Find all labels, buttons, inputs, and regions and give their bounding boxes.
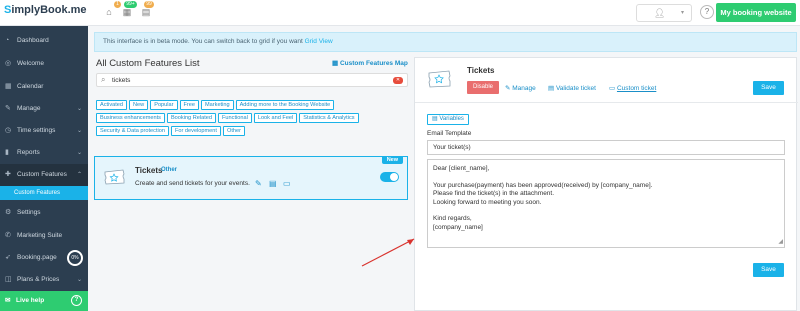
home-icon[interactable]: ⌂: [104, 7, 114, 17]
chat-icon: ✉: [5, 297, 11, 304]
clear-search-icon[interactable]: ✕: [393, 77, 403, 84]
tag-booking-related[interactable]: Booking Related: [166, 113, 217, 123]
clipboard-icon: ▤: [548, 85, 556, 92]
sidebar-item-settings[interactable]: ⚙ Settings: [0, 202, 88, 224]
custom-features-map-link[interactable]: ▦ Custom Features Map: [332, 59, 408, 67]
email-template-label: Email Template: [427, 130, 472, 137]
question-icon[interactable]: ?: [71, 295, 82, 306]
search-input[interactable]: ⌕ tickets ✕: [96, 73, 408, 87]
notification-badge: 1: [114, 1, 121, 8]
bar-chart-icon: ▮: [5, 149, 9, 156]
ticket-icon: [428, 70, 451, 88]
tasks-badge: 99: [144, 1, 154, 8]
sidebar-item-welcome[interactable]: ◎ Welcome: [0, 53, 88, 75]
map-icon: ▦: [332, 60, 340, 67]
search-icon: ⌕: [101, 75, 106, 84]
save-button-top[interactable]: Save: [753, 81, 784, 95]
toggle-knob: [390, 173, 398, 181]
tag-adding-more[interactable]: Adding more to the Booking Website: [235, 100, 335, 110]
user-icon: 👤︎: [654, 8, 666, 18]
tag-for-development[interactable]: For development: [170, 126, 221, 136]
simplybook-logo[interactable]: SimplyBook.me: [4, 4, 87, 16]
rocket-icon: ➶: [5, 254, 11, 261]
chevron-up-icon: ⌃: [76, 172, 82, 178]
beta-notice: This interface is in beta mode. You can …: [94, 32, 797, 52]
resize-handle-icon[interactable]: ◢: [778, 238, 783, 246]
feature-name: Tickets: [135, 166, 163, 175]
calendar-badge: 99+: [124, 1, 137, 8]
manage-link[interactable]: ✎ Manage: [505, 84, 536, 92]
new-badge: New: [381, 156, 403, 164]
sidebar-item-reports[interactable]: ▮ Reports ⌄: [0, 142, 88, 164]
feature-card-tickets[interactable]: New Tickets Other Create and send ticket…: [94, 156, 408, 200]
welcome-icon: ◎: [5, 60, 12, 67]
sidebar-item-marketing-suite[interactable]: ✆ Marketing Suite: [0, 225, 88, 247]
sidebar-item-custom-features[interactable]: ✚ Custom Features ⌃: [0, 164, 88, 186]
chevron-down-icon: ⌄: [76, 128, 82, 134]
tag-marketing[interactable]: Marketing: [201, 100, 234, 110]
sidebar-item-time-settings[interactable]: ◷ Time settings ⌄: [0, 120, 88, 142]
sidebar-item-booking-page[interactable]: ➶ Booking.page 0%: [0, 247, 88, 269]
help-icon[interactable]: ?: [700, 5, 714, 19]
tag-security[interactable]: Security & Data protection: [96, 126, 169, 136]
live-help-button[interactable]: ✉ Live help ?: [0, 291, 88, 311]
tag-look-and-feel[interactable]: Look and Feel: [253, 113, 298, 123]
gear-icon: ⚙: [5, 209, 12, 216]
clipboard-icon[interactable]: ▤: [269, 179, 277, 188]
feature-category: Other: [161, 167, 178, 173]
edit-icon[interactable]: ✎: [255, 179, 262, 188]
ticket-small-icon[interactable]: ▭: [283, 179, 291, 188]
validate-ticket-link[interactable]: ▤ Validate ticket: [548, 84, 596, 92]
tag-other[interactable]: Other: [222, 126, 245, 136]
disable-button[interactable]: Disable: [467, 81, 499, 94]
tag-functional[interactable]: Functional: [218, 113, 252, 123]
sidebar-subitem-custom-features[interactable]: Custom Features: [0, 186, 88, 200]
save-button-bottom[interactable]: Save: [753, 263, 784, 277]
custom-ticket-link[interactable]: ▭ Custom ticket: [609, 84, 656, 92]
tag-statistics[interactable]: Statistics & Analytics: [299, 113, 359, 123]
sidebar-item-calendar[interactable]: ▦ Calendar: [0, 76, 88, 98]
chevron-down-icon: ▾: [681, 10, 685, 16]
booking-page-progress: 0%: [67, 250, 83, 266]
feature-enable-toggle[interactable]: [380, 172, 399, 182]
calendar-icon[interactable]: ▦: [122, 7, 132, 17]
chevron-down-icon: ⌄: [76, 150, 82, 156]
calendar-icon: ▦: [5, 83, 12, 90]
ticket-icon: [104, 169, 125, 185]
tasks-icon[interactable]: ▤: [141, 7, 151, 17]
email-body-textarea[interactable]: Dear [client_name], Your purchase(paymen…: [427, 159, 785, 248]
manage-icon: ✎: [5, 105, 11, 112]
tag-free[interactable]: Free: [179, 100, 200, 110]
tag-activated[interactable]: Activated: [96, 100, 128, 110]
my-booking-website-button[interactable]: My booking website: [716, 3, 796, 22]
chevron-down-icon: ⌄: [76, 277, 82, 283]
divider: [415, 102, 798, 103]
chevron-down-icon: ⌄: [76, 106, 82, 112]
annotation-arrow: [361, 238, 415, 267]
tag-new[interactable]: New: [129, 100, 149, 110]
dashboard-icon: ◔: [5, 37, 10, 44]
user-menu[interactable]: 👤︎ ▾: [636, 4, 692, 22]
puzzle-icon: ✚: [5, 171, 11, 178]
detail-title: Tickets: [467, 66, 495, 75]
search-value: tickets: [112, 77, 131, 84]
filter-tags: Activated New Popular Free Marketing Adding m…: [96, 100, 412, 139]
email-subject-input[interactable]: Your ticket(s): [427, 140, 785, 155]
tag-business-enhancements[interactable]: Business enhancements: [96, 113, 165, 123]
features-list-title: All Custom Features List: [96, 58, 200, 69]
cart-icon: ◫: [5, 276, 12, 283]
sidebar-item-plans-prices[interactable]: ◫ Plans & Prices ⌄: [0, 269, 88, 291]
top-bar: SimplyBook.me ⌂ 1 ▦ 99+ ▤ 99 👤︎ ▾ ? My b…: [0, 0, 800, 26]
grid-view-link[interactable]: Grid View: [305, 38, 333, 45]
megaphone-icon: ✆: [5, 232, 11, 239]
variables-button[interactable]: ▤ Variables: [427, 114, 469, 125]
ticket-small-icon: ▭: [609, 85, 617, 92]
tag-popular[interactable]: Popular: [150, 100, 178, 110]
clock-icon: ◷: [5, 127, 12, 134]
sidebar: ◔ Dashboard ◎ Welcome ▦ Calendar ✎ Manage ⌄ ◷…: [0, 26, 88, 311]
sidebar-item-manage[interactable]: ✎ Manage ⌄: [0, 98, 88, 120]
feature-detail-panel: Tickets Disable ✎ Manage ▤ Validate tick…: [414, 57, 798, 311]
sidebar-item-dashboard[interactable]: ◔ Dashboard: [0, 30, 88, 52]
feature-description: Create and send tickets for your events.: [135, 180, 250, 187]
